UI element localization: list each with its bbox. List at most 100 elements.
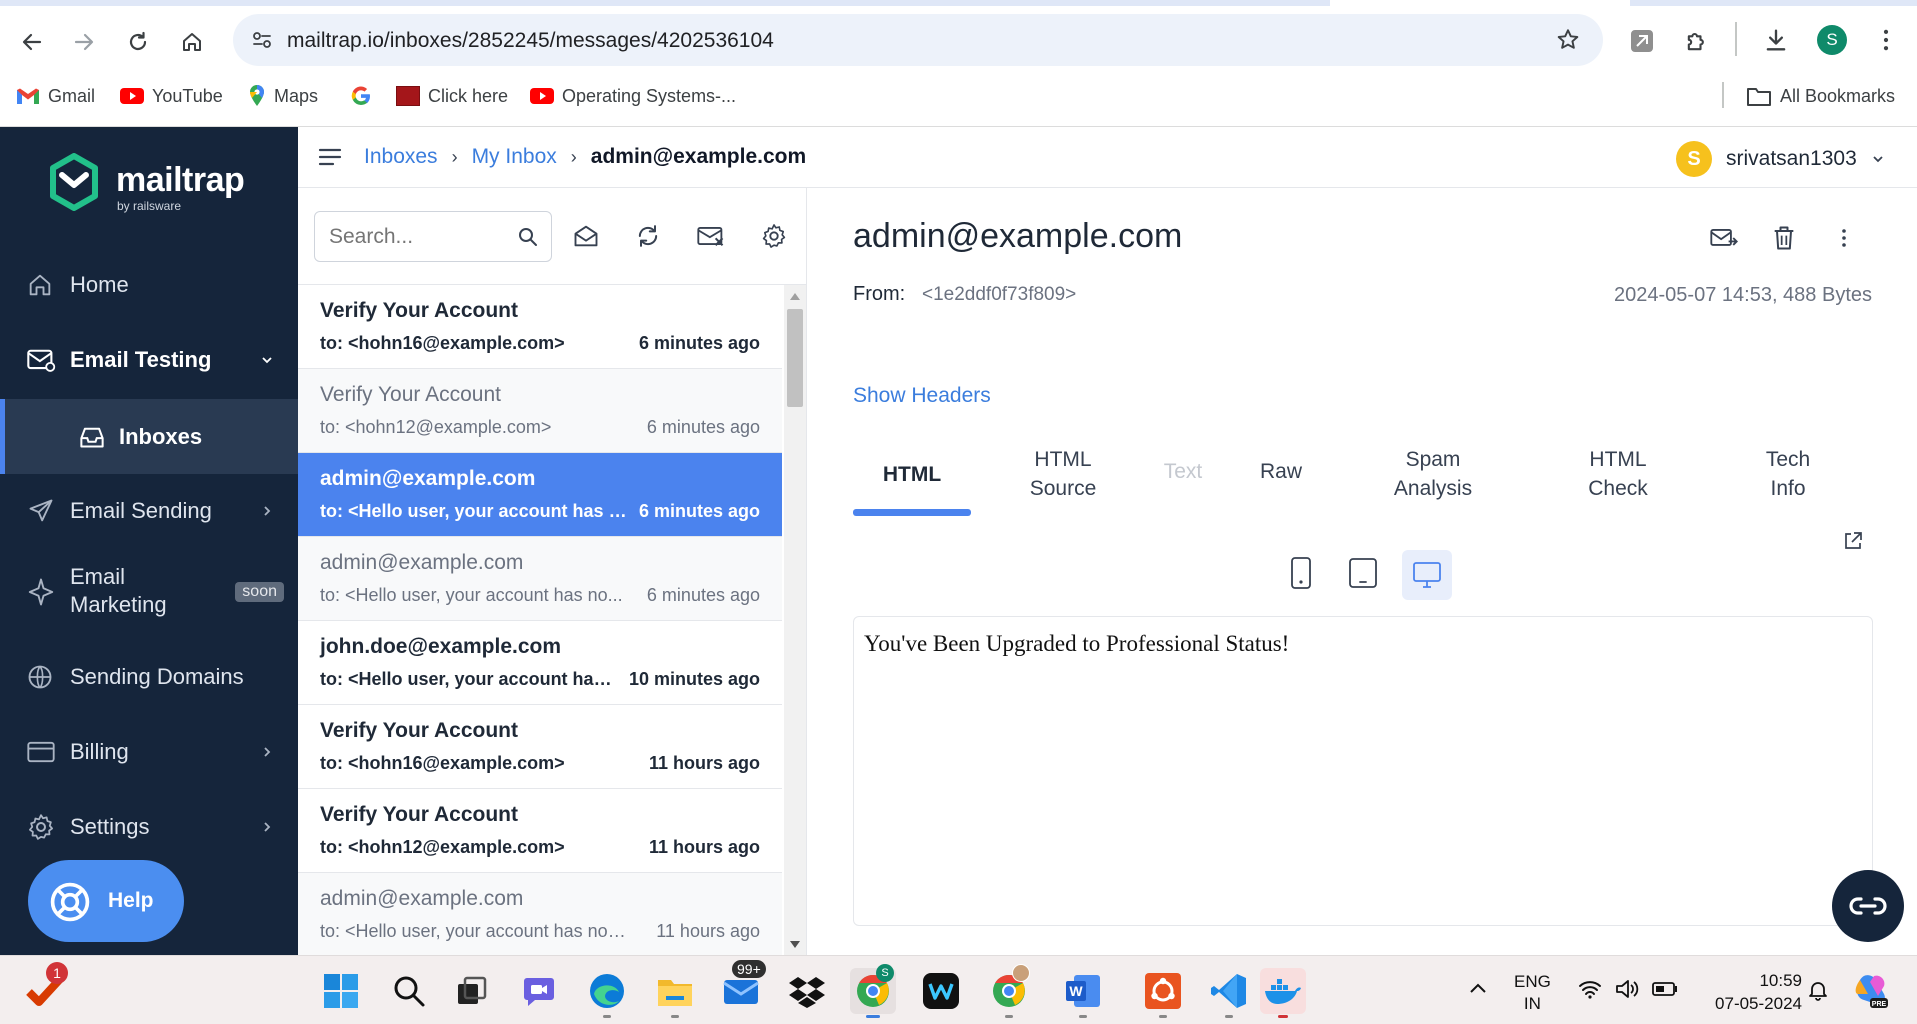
open-external-icon[interactable] [1842,530,1864,552]
tab-raw[interactable]: Raw [1241,460,1321,484]
search-icon[interactable] [517,226,539,248]
battery-icon[interactable] [1652,980,1678,998]
extension-icon[interactable] [1628,27,1656,55]
notification-bell-icon[interactable] [1806,978,1830,1002]
sidebar-item-email-sending[interactable]: Email Sending [0,473,298,548]
tab-html-source[interactable]: HTML Source [1003,445,1123,503]
sidebar-item-inboxes[interactable]: Inboxes [0,399,298,474]
breadcrumb-inboxes[interactable]: Inboxes [364,145,438,169]
taskbar-vscode[interactable] [1206,968,1252,1018]
list-item[interactable]: admin@example.com to: <Hello user, your … [298,537,782,621]
mark-read-icon[interactable] [566,216,606,256]
tab-spam-analysis[interactable]: Spam Analysis [1373,445,1493,503]
taskbar-app-checklist[interactable]: 1 [22,962,68,1014]
search-input[interactable] [329,222,509,252]
taskbar-docker[interactable] [1260,968,1306,1018]
bookmark-click-here[interactable]: Click here [396,84,508,108]
svg-text:W: W [1069,983,1083,999]
trash-icon[interactable] [1764,218,1804,258]
all-bookmarks[interactable]: All Bookmarks [1746,84,1895,108]
mailtrap-logo[interactable] [48,153,100,211]
credit-card-icon [26,739,56,765]
taskbar-teams[interactable] [516,968,562,1014]
reload-button[interactable] [118,22,158,62]
task-view-icon [458,976,487,1004]
taskbar-chrome-profile-2[interactable] [986,964,1032,1018]
taskbar-search[interactable] [386,968,432,1014]
taskbar-edge[interactable] [584,968,630,1018]
menu-kebab-icon[interactable] [1872,26,1900,54]
bookmark-operating-systems[interactable]: Operating Systems-... [530,84,736,108]
taskbar-ubuntu[interactable] [1140,968,1186,1018]
taskbar-mail[interactable]: 99+ [718,960,766,1014]
list-scrollbar[interactable] [784,285,806,955]
scroll-down-arrow-icon[interactable] [790,941,800,948]
list-item[interactable]: admin@example.com to: <Hello user, your … [298,873,782,955]
bookmark-google[interactable] [350,84,372,108]
taskbar-webex[interactable] [918,968,964,1014]
copilot-icon[interactable]: PRE [1852,970,1892,1010]
wifi-icon[interactable] [1578,978,1602,1000]
email-testing-icon [26,346,56,374]
desktop-preview-icon[interactable] [1402,550,1452,600]
extensions-puzzle-icon[interactable] [1683,27,1711,55]
list-item[interactable]: Verify Your Account to: <hohn16@example.… [298,285,782,369]
list-item[interactable]: Verify Your Account to: <hohn12@example.… [298,369,782,453]
url-text[interactable]: mailtrap.io/inboxes/2852245/messages/420… [287,29,774,53]
tab-text[interactable]: Text [1143,460,1223,484]
profile-avatar[interactable]: S [1817,25,1847,55]
bookmark-youtube[interactable]: YouTube [120,84,223,108]
bookmark-star-icon[interactable] [1555,27,1581,53]
refresh-icon[interactable] [628,216,668,256]
tab-tech-info[interactable]: Tech Info [1738,445,1838,503]
scrollbar-thumb[interactable] [787,309,803,407]
forward-button[interactable] [64,22,104,62]
bookmark-gmail[interactable]: Gmail [16,84,95,108]
taskbar-dropbox[interactable] [784,968,830,1014]
bookmark-maps[interactable]: Maps [248,84,318,108]
gear-icon[interactable] [754,216,794,256]
taskbar-start[interactable] [318,968,364,1014]
download-icon[interactable] [1762,26,1790,54]
taskbar-task-view[interactable] [448,968,494,1014]
clear-inbox-icon[interactable] [691,216,731,256]
list-item[interactable]: Verify Your Account to: <hohn12@example.… [298,789,782,873]
sidebar-item-billing[interactable]: Billing [0,714,298,789]
taskbar-file-explorer[interactable] [652,968,698,1018]
speaker-icon[interactable] [1614,978,1640,1000]
sidebar-item-home[interactable]: Home [0,247,298,322]
chat-widget-button[interactable] [1832,870,1904,942]
list-item[interactable]: Verify Your Account to: <hohn16@example.… [298,705,782,789]
more-options-icon[interactable] [1824,218,1864,258]
sidebar-item-settings[interactable]: Settings [0,789,298,864]
list-item[interactable]: john.doe@example.com to: <Hello user, yo… [298,621,782,705]
help-button[interactable]: Help [28,860,184,942]
tab-html[interactable]: HTML [853,435,971,515]
language-indicator[interactable]: ENG IN [1514,971,1551,1015]
sidebar-item-email-testing[interactable]: Email Testing [0,322,298,397]
hamburger-menu-icon[interactable] [318,147,342,167]
tablet-preview-icon[interactable] [1340,550,1386,596]
back-button[interactable] [12,22,52,62]
taskbar-word[interactable]: W [1060,968,1106,1018]
gmail-icon [17,88,39,104]
tray-overflow-chevron-icon[interactable] [1468,981,1488,995]
search-box[interactable] [314,211,552,262]
home-button[interactable] [172,22,212,62]
list-item-selected[interactable]: admin@example.com to: <Hello user, your … [298,453,782,537]
forward-email-icon[interactable] [1704,218,1744,258]
show-headers-link[interactable]: Show Headers [853,384,991,408]
taskbar-chrome-profile-s[interactable]: S [850,964,896,1018]
sidebar-item-sending-domains[interactable]: Sending Domains [0,639,298,714]
sidebar-item-email-marketing[interactable]: Email Marketing soon [0,547,298,637]
mobile-preview-icon[interactable] [1278,550,1324,596]
breadcrumb-my-inbox[interactable]: My Inbox [472,145,557,169]
arrow-right-icon [74,33,94,51]
scroll-up-arrow-icon[interactable] [790,293,800,300]
site-info-icon[interactable] [251,29,273,51]
address-bar[interactable]: mailtrap.io/inboxes/2852245/messages/420… [233,14,1603,66]
tab-html-check[interactable]: HTML Check [1558,445,1678,503]
word-icon: W [1066,975,1100,1007]
user-menu[interactable]: S srivatsan1303 [1676,141,1885,177]
clock[interactable]: 10:59 07-05-2024 [1698,969,1802,1015]
